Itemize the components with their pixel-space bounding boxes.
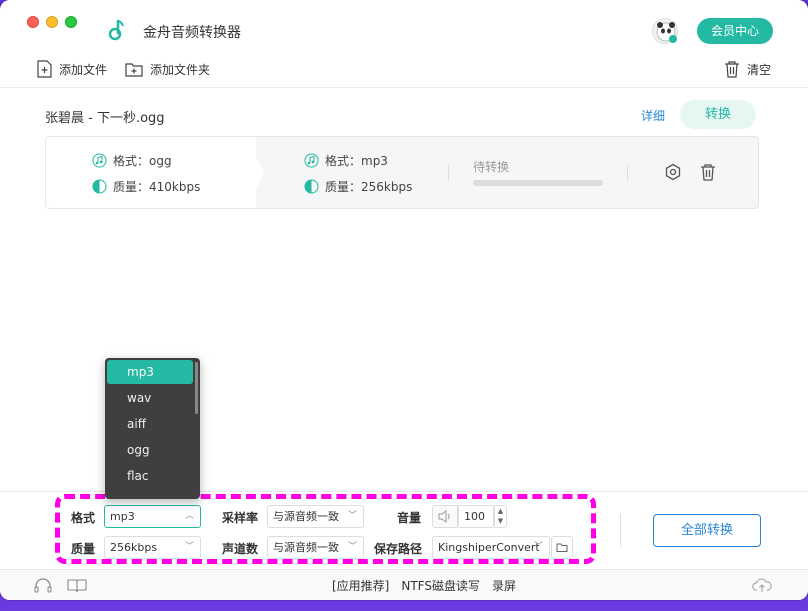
samplerate-value: 与源音频一致 — [273, 510, 339, 523]
samplerate-label: 采样率 — [222, 511, 259, 525]
quality-label: 质量 — [71, 542, 96, 556]
folder-icon — [556, 543, 568, 552]
clear-button[interactable]: 清空 — [724, 59, 771, 79]
trash-icon — [725, 61, 739, 78]
add-file-button[interactable]: 添加文件 — [37, 59, 107, 79]
quality-icon — [92, 179, 107, 194]
file-card: 格式：ogg 质量：410kbps 格式：mp3 质量：256kbps 待转换 — [45, 136, 759, 209]
progress-bar — [473, 180, 603, 186]
footer-link-ntfs[interactable]: NTFS磁盘读写 — [401, 577, 480, 594]
title-bar: 金舟音频转换器 会员中心 — [0, 0, 808, 48]
footer-link-apps[interactable]: [应用推荐] — [332, 577, 389, 594]
music-note-icon — [92, 153, 107, 168]
chevron-down-icon: ﹀ — [347, 511, 357, 521]
dropdown-option-flac[interactable]: flac — [107, 464, 193, 488]
book-icon[interactable] — [67, 579, 87, 593]
quality-value: 256kbps — [110, 541, 158, 554]
format-dropdown-menu: mp3 wav aiff ogg flac — [105, 358, 200, 499]
source-quality-text: 质量：410kbps — [113, 180, 201, 194]
chevron-down-icon: ﹀ — [347, 542, 357, 552]
source-quality-row: 质量：410kbps — [92, 178, 200, 195]
target-format-row: 格式：mp3 — [304, 152, 388, 169]
speaker-icon — [438, 510, 450, 523]
footer-links: [应用推荐] NTFS磁盘读写 录屏 — [332, 577, 516, 594]
headset-icon[interactable] — [34, 578, 52, 594]
dropdown-option-ogg[interactable]: ogg — [107, 438, 193, 462]
vip-center-button[interactable]: 会员中心 — [697, 18, 773, 44]
toolbar: 添加文件 添加文件夹 清空 — [0, 48, 808, 88]
add-file-icon — [37, 60, 52, 78]
add-folder-button[interactable]: 添加文件夹 — [125, 59, 210, 79]
source-format-row: 格式：ogg — [92, 152, 172, 169]
convert-all-button[interactable]: 全部转换 — [653, 514, 761, 547]
chevron-down-icon: ﹀ — [533, 542, 543, 552]
divider — [620, 514, 621, 547]
app-title: 金舟音频转换器 — [143, 25, 241, 41]
target-format-text: 格式：mp3 — [325, 154, 388, 168]
add-folder-icon — [125, 62, 143, 77]
quality-icon — [304, 179, 319, 194]
format-value: mp3 — [110, 510, 135, 523]
volume-input[interactable]: 100 — [458, 505, 494, 528]
cloud-upload-icon[interactable] — [752, 576, 772, 594]
volume-label: 音量 — [397, 511, 422, 525]
savepath-select[interactable]: KingshiperConvert ﹀ — [432, 536, 550, 559]
channels-value: 与源音频一致 — [273, 541, 339, 554]
format-select[interactable]: mp3 ︿ — [104, 505, 201, 528]
dropdown-option-mp3[interactable]: mp3 — [107, 360, 193, 384]
channels-select[interactable]: 与源音频一致 ﹀ — [267, 536, 364, 559]
target-quality-text: 质量：256kbps — [325, 180, 413, 194]
chevron-up-icon: ︿ — [184, 511, 194, 521]
dropdown-scrollbar[interactable] — [195, 362, 198, 414]
source-format-text: 格式：ogg — [113, 154, 172, 168]
app-logo-icon — [108, 19, 124, 41]
target-quality-row: 质量：256kbps — [304, 178, 412, 195]
music-note-icon — [304, 153, 319, 168]
minimize-window-button[interactable] — [46, 16, 58, 28]
quality-select[interactable]: 256kbps ﹀ — [104, 536, 201, 559]
status-text: 待转换 — [473, 160, 510, 174]
savepath-value: KingshiperConvert — [438, 541, 540, 554]
file-name: 张碧晨 - 下一秒.ogg — [45, 111, 165, 126]
source-info — [46, 137, 256, 208]
format-label: 格式 — [71, 511, 96, 525]
close-window-button[interactable] — [27, 16, 39, 28]
browse-folder-button[interactable] — [551, 536, 573, 559]
volume-stepper[interactable]: ▲ ▼ — [494, 505, 507, 528]
arrow-divider — [246, 137, 264, 208]
user-avatar[interactable] — [652, 18, 678, 44]
maximize-window-button[interactable] — [65, 16, 77, 28]
settings-icon[interactable] — [664, 163, 682, 181]
convert-button[interactable]: 转换 — [680, 100, 756, 129]
dropdown-option-wav[interactable]: wav — [107, 386, 193, 410]
chevron-down-icon: ﹀ — [184, 542, 194, 552]
savepath-label: 保存路径 — [374, 542, 423, 556]
add-file-label: 添加文件 — [59, 62, 108, 77]
panda-avatar-icon — [656, 22, 677, 43]
channels-label: 声道数 — [222, 542, 259, 556]
clear-label: 清空 — [747, 62, 772, 77]
dropdown-option-aiff[interactable]: aiff — [107, 412, 193, 436]
divider — [448, 165, 449, 181]
footer-link-screen-record[interactable]: 录屏 — [492, 577, 516, 594]
add-folder-label: 添加文件夹 — [150, 62, 211, 77]
detail-link[interactable]: 详细 — [641, 107, 665, 124]
divider — [627, 165, 628, 181]
app-window: 金舟音频转换器 会员中心 添加文件 添加文件夹 清空 张碧晨 - 下一秒.ogg… — [0, 0, 808, 600]
samplerate-select[interactable]: 与源音频一致 ﹀ — [267, 505, 364, 528]
volume-icon — [432, 505, 458, 528]
delete-icon[interactable] — [699, 163, 717, 181]
